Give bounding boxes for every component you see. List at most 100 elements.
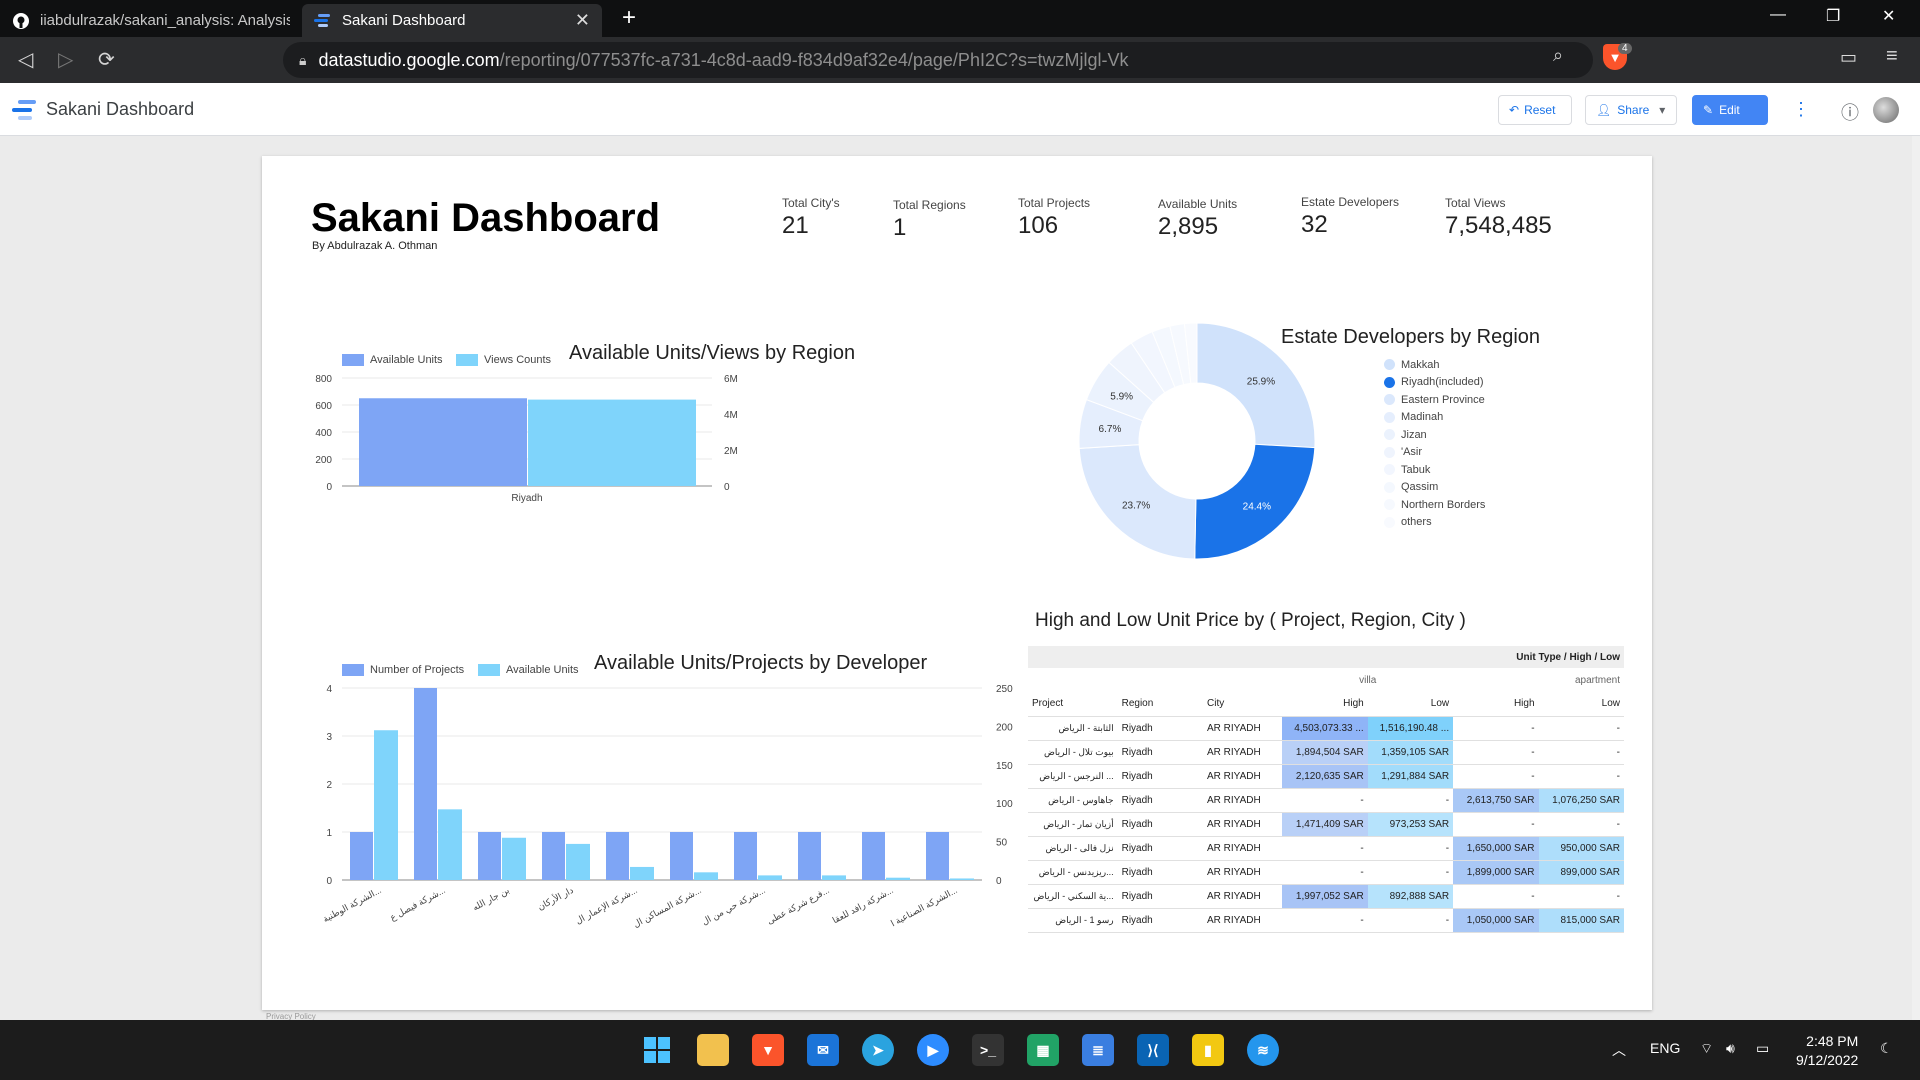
legend-item-views-counts[interactable]: Views Counts xyxy=(456,354,551,366)
table-cell: - xyxy=(1367,836,1454,861)
y-left-tick-label: 200 xyxy=(315,455,332,466)
kpi-total-projects[interactable]: Total Projects 106 xyxy=(1018,196,1090,240)
table-row[interactable]: بيوت تلال - الرياض Riyadh AR RIYADH 1,894,5… xyxy=(1028,740,1624,765)
unit-type-apartment: apartment xyxy=(1574,674,1620,686)
table-row[interactable]: نزل فالى - الرياض Riyadh AR RIYADH - -1,650,… xyxy=(1028,836,1624,861)
col-header-apt-low[interactable]: Low xyxy=(1538,692,1624,717)
col-header-apt-high[interactable]: High xyxy=(1453,692,1539,717)
bar-number-of-projects xyxy=(350,832,373,880)
report-name[interactable]: Sakani Dashboard xyxy=(46,99,194,120)
donut-legend-item[interactable]: Qassim xyxy=(1384,479,1485,497)
table-row[interactable]: جاهاوس - الرياض Riyadh AR RIYADH - -2,613,75… xyxy=(1028,788,1624,813)
reload-icon[interactable]: ⟳ xyxy=(98,47,115,72)
notepad-icon[interactable]: ≣ xyxy=(1082,1034,1114,1066)
sheets-icon[interactable]: ▦ xyxy=(1027,1034,1059,1066)
col-header-project[interactable]: Project xyxy=(1028,692,1118,717)
donut-legend-item[interactable]: Riyadh(included) xyxy=(1384,374,1485,392)
zoom-app-icon[interactable]: ▶ xyxy=(917,1034,949,1066)
table-cell: 1,997,052 SAR xyxy=(1282,884,1368,909)
table-cell: - xyxy=(1538,884,1624,909)
bar-available-units xyxy=(694,872,718,880)
table-cell: 1,650,000 SAR xyxy=(1453,836,1539,861)
donut-legend-item[interactable]: Jizan xyxy=(1384,426,1485,444)
language-indicator[interactable]: ENG xyxy=(1650,1040,1680,1056)
table-cell: AR RIYADH xyxy=(1203,788,1283,813)
col-header-villa-high[interactable]: High xyxy=(1282,692,1368,717)
table-cell: Riyadh xyxy=(1117,716,1204,741)
donut-legend-item[interactable]: others xyxy=(1384,514,1485,532)
donut-legend-item[interactable]: Makkah xyxy=(1384,356,1485,374)
x-tick-label: فرع شركة عطى... xyxy=(765,885,831,927)
kpi-label: Total Regions xyxy=(893,198,966,212)
kpi-total-cities[interactable]: Total City's 21 xyxy=(782,196,840,240)
donut-legend-item[interactable]: Tabuk xyxy=(1384,461,1485,479)
donut-legend-item[interactable]: Eastern Province xyxy=(1384,391,1485,409)
bar-number-of-projects xyxy=(606,832,629,880)
brave-browser-icon[interactable]: ▼ xyxy=(752,1034,784,1066)
table-row[interactable]: ...ريزيدنس - الرياض Riyadh AR RIYADH - -1,89… xyxy=(1028,860,1624,885)
volume-icon[interactable]: 🔊︎ xyxy=(1726,1040,1735,1057)
kpi-total-regions[interactable]: Total Regions 1 xyxy=(893,198,966,242)
share-button[interactable]: 👤︎ Share ▾ xyxy=(1585,95,1677,125)
col-header-city[interactable]: City xyxy=(1203,692,1283,717)
table-cell: AR RIYADH xyxy=(1203,716,1283,741)
wifi-icon[interactable]: ⌔ xyxy=(1700,1040,1713,1058)
col-header-region[interactable]: Region xyxy=(1117,692,1204,717)
tab-sakani-dashboard[interactable]: Sakani Dashboard ✕ xyxy=(302,4,602,37)
y-left-tick-label: 0 xyxy=(326,876,332,887)
minimize-icon[interactable]: — xyxy=(1770,6,1786,24)
table-row[interactable]: أزيان تمار - الرياض Riyadh AR RIYADH 1,471,… xyxy=(1028,812,1624,837)
restore-icon[interactable]: ❐ xyxy=(1826,6,1840,26)
forward-icon[interactable]: ▷ xyxy=(58,47,73,72)
table-cell: 892,888 SAR xyxy=(1367,884,1454,909)
wallet-icon[interactable]: ▭ xyxy=(1840,47,1857,68)
tab-github[interactable]: iiabdulrazak/sakani_analysis: Analysis xyxy=(0,4,302,37)
table-cell: ... النرجس - الرياض xyxy=(1028,764,1118,789)
power-bi-icon[interactable]: ▮ xyxy=(1192,1034,1224,1066)
mail-icon[interactable]: ✉ xyxy=(807,1034,839,1066)
tab-title: iiabdulrazak/sakani_analysis: Analysis xyxy=(40,12,290,29)
new-tab-button[interactable]: + xyxy=(622,4,636,32)
table-row[interactable]: الثابتة - الرياض Riyadh AR RIYADH 4,503,073… xyxy=(1028,716,1624,741)
table-row[interactable]: رسو 1 - الرياض Riyadh AR RIYADH - -1,050,000… xyxy=(1028,908,1624,933)
more-options-icon[interactable]: ⋮ xyxy=(1792,99,1810,120)
donut-legend-item[interactable]: Madinah xyxy=(1384,409,1485,427)
zoom-icon[interactable]: ⌕ xyxy=(1553,45,1563,66)
docker-icon[interactable]: ≋ xyxy=(1247,1034,1279,1066)
windows-start-icon[interactable] xyxy=(641,1034,673,1066)
reset-button[interactable]: ↶ Reset xyxy=(1498,95,1572,125)
share-dropdown-icon[interactable]: ▾ xyxy=(1659,103,1665,117)
legend-item-number-of-projects[interactable]: Number of Projects xyxy=(342,664,464,676)
help-icon[interactable]: ⓘ xyxy=(1841,99,1859,125)
bar-number-of-projects xyxy=(670,832,693,880)
donut-legend-item[interactable]: Northern Borders xyxy=(1384,496,1485,514)
kpi-total-views[interactable]: Total Views 7,548,485 xyxy=(1445,196,1552,240)
table-row[interactable]: ...ية السكني - الرياض Riyadh AR RIYADH 1,99… xyxy=(1028,884,1624,909)
kpi-estate-developers[interactable]: Estate Developers 32 xyxy=(1301,195,1399,239)
notification-icon[interactable]: ☾ xyxy=(1880,1040,1893,1057)
legend-item-available-units[interactable]: Available Units xyxy=(342,354,443,366)
back-icon[interactable]: ◁ xyxy=(18,47,33,72)
share-label: Share xyxy=(1617,103,1650,117)
legend-item-available-units-dev[interactable]: Available Units xyxy=(478,664,579,676)
slice-percent-label: 25.9% xyxy=(1247,377,1275,388)
avatar[interactable] xyxy=(1873,97,1899,123)
page-scrollbar[interactable] xyxy=(1912,136,1920,1020)
vscode-icon[interactable]: ⟩⟨ xyxy=(1137,1034,1169,1066)
kpi-available-units[interactable]: Available Units 2,895 xyxy=(1158,197,1237,241)
donut-legend-item[interactable]: 'Asir xyxy=(1384,444,1485,462)
terminal-icon[interactable]: >_ xyxy=(972,1034,1004,1066)
telegram-icon[interactable]: ➤ xyxy=(862,1034,894,1066)
file-explorer-icon[interactable] xyxy=(697,1034,729,1066)
taskbar-clock[interactable]: 2:48 PM 9/12/2022 xyxy=(1796,1032,1858,1070)
reset-label: Reset xyxy=(1524,103,1556,117)
battery-icon[interactable]: ▭ xyxy=(1756,1040,1769,1057)
close-window-icon[interactable]: ✕ xyxy=(1882,6,1895,26)
url-field[interactable]: 🔒︎ datastudio.google.com /reporting/0775… xyxy=(283,42,1593,78)
edit-button[interactable]: ✎ Edit xyxy=(1692,95,1768,125)
col-header-villa-low[interactable]: Low xyxy=(1367,692,1454,717)
chevron-up-icon[interactable]: ︿ xyxy=(1612,1040,1626,1060)
close-tab-icon[interactable]: ✕ xyxy=(575,10,590,31)
browser-menu-icon[interactable]: ≡ xyxy=(1886,45,1898,68)
table-row[interactable]: ... النرجس - الرياض Riyadh AR RIYADH 2,120,… xyxy=(1028,764,1624,789)
